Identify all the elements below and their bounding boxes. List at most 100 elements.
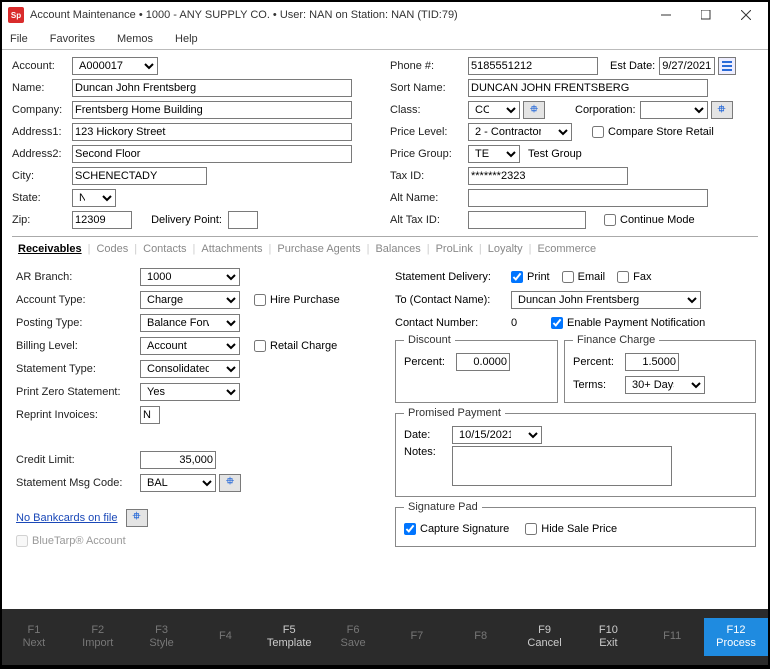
f7[interactable]: F7 <box>385 624 449 649</box>
tab-prolink[interactable]: ProLink <box>430 241 479 257</box>
title-bar: Sp Account Maintenance • 1000 - ANY SUPP… <box>2 2 768 28</box>
no-bankcards-link[interactable]: No Bankcards on file <box>16 512 118 524</box>
tab-contacts[interactable]: Contacts <box>137 241 192 257</box>
lookup-icon: ⯐ <box>530 102 538 119</box>
promised-notes-input[interactable] <box>452 446 672 486</box>
capture-signature-checkbox[interactable]: Capture Signature <box>404 523 509 535</box>
zip-input[interactable] <box>72 211 132 229</box>
pricegroup-select[interactable]: TES <box>468 145 520 163</box>
f2-import[interactable]: F2Import <box>66 618 130 656</box>
retail-charge-checkbox[interactable]: Retail Charge <box>254 340 337 352</box>
account-select[interactable]: A000017 <box>72 57 158 75</box>
tab-ecommerce[interactable]: Ecommerce <box>531 241 602 257</box>
compare-retail-checkbox[interactable]: Compare Store Retail <box>592 126 714 138</box>
altname-input[interactable] <box>468 189 708 207</box>
continue-mode-checkbox[interactable]: Continue Mode <box>604 214 695 226</box>
tab-balances[interactable]: Balances <box>369 241 426 257</box>
fax-checkbox[interactable]: Fax <box>617 271 651 283</box>
msgcode-lookup-button[interactable]: ⯐ <box>219 474 241 492</box>
reprint-input[interactable] <box>140 406 160 424</box>
class-lookup-button[interactable]: ⯐ <box>523 101 545 119</box>
f9-cancel[interactable]: F9Cancel <box>513 618 577 656</box>
lookup-icon: ⯐ <box>718 102 726 119</box>
menu-bar: File Favorites Memos Help <box>2 28 768 50</box>
close-button[interactable] <box>726 2 766 28</box>
class-select[interactable]: CON <box>468 101 520 119</box>
estdate-input[interactable] <box>659 57 715 75</box>
printzero-select[interactable]: Yes <box>140 383 240 401</box>
promised-date-select[interactable]: 10/15/2021 <box>452 426 542 444</box>
tocontact-select[interactable]: Duncan John Frentsberg <box>511 291 701 309</box>
bankcards-lookup-button[interactable]: ⯐ <box>126 509 148 527</box>
menu-file[interactable]: File <box>6 31 32 47</box>
address1-label: Address1: <box>12 126 72 138</box>
state-select[interactable]: NY <box>72 189 116 207</box>
discount-legend: Discount <box>404 334 455 346</box>
f10-exit[interactable]: F10Exit <box>576 618 640 656</box>
f4[interactable]: F4 <box>193 624 257 649</box>
phone-label: Phone #: <box>390 60 468 72</box>
accounttype-select[interactable]: Charge <box>140 291 240 309</box>
email-checkbox[interactable]: Email <box>562 271 606 283</box>
f3-style[interactable]: F3Style <box>130 618 194 656</box>
creditlimit-input[interactable] <box>140 451 216 469</box>
city-label: City: <box>12 170 72 182</box>
corporation-lookup-button[interactable]: ⯐ <box>711 101 733 119</box>
list-icon[interactable] <box>718 57 736 75</box>
tab-bar: Receivables| Codes| Contacts| Attachment… <box>2 237 768 257</box>
corporation-select[interactable] <box>640 101 708 119</box>
sortname-input[interactable] <box>468 79 708 97</box>
address2-input[interactable] <box>72 145 352 163</box>
address1-input[interactable] <box>72 123 352 141</box>
menu-favorites[interactable]: Favorites <box>46 31 99 47</box>
tab-loyalty[interactable]: Loyalty <box>482 241 529 257</box>
alttaxid-input[interactable] <box>468 211 586 229</box>
f8[interactable]: F8 <box>449 624 513 649</box>
pricelevel-select[interactable]: 2 - Contractor <box>468 123 572 141</box>
f1-next[interactable]: F1Next <box>2 618 66 656</box>
tab-attachments[interactable]: Attachments <box>195 241 268 257</box>
menu-help[interactable]: Help <box>171 31 202 47</box>
name-label: Name: <box>12 82 72 94</box>
tab-purchase-agents[interactable]: Purchase Agents <box>271 241 366 257</box>
hide-sale-price-checkbox[interactable]: Hide Sale Price <box>525 523 617 535</box>
statementtype-select[interactable]: Consolidated <box>140 360 240 378</box>
phone-input[interactable] <box>468 57 598 75</box>
signature-pad-fieldset: Signature Pad Capture Signature Hide Sal… <box>395 501 756 547</box>
postingtype-select[interactable]: Balance Forward <box>140 314 240 332</box>
company-input[interactable] <box>72 101 352 119</box>
city-input[interactable] <box>72 167 207 185</box>
menu-memos[interactable]: Memos <box>113 31 157 47</box>
pricegroup-label: Price Group: <box>390 148 468 160</box>
tab-receivables[interactable]: Receivables <box>12 241 88 257</box>
accounttype-label: Account Type: <box>16 294 140 306</box>
f6-save[interactable]: F6Save <box>321 618 385 656</box>
alttaxid-label: Alt Tax ID: <box>390 214 468 226</box>
tab-codes[interactable]: Codes <box>90 241 134 257</box>
arbranch-select[interactable]: 1000 <box>140 268 240 286</box>
discount-percent-input[interactable] <box>456 353 510 371</box>
enable-notification-checkbox[interactable]: Enable Payment Notification <box>551 317 705 329</box>
finance-fieldset: Finance Charge Percent: Terms: 30+ Days <box>564 334 756 403</box>
minimize-button[interactable] <box>646 2 686 28</box>
discount-fieldset: Discount Percent: <box>395 334 558 403</box>
account-label: Account: <box>12 60 72 72</box>
promised-date-label: Date: <box>404 429 452 441</box>
taxid-input[interactable] <box>468 167 628 185</box>
sigpad-legend: Signature Pad <box>404 501 482 513</box>
delivery-point-input[interactable] <box>228 211 258 229</box>
f11[interactable]: F11 <box>640 624 704 649</box>
print-checkbox[interactable]: Print <box>511 271 550 283</box>
hire-purchase-checkbox[interactable]: Hire Purchase <box>254 294 340 306</box>
name-input[interactable] <box>72 79 352 97</box>
msgcode-select[interactable]: BAL <box>140 474 216 492</box>
msgcode-label: Statement Msg Code: <box>16 477 140 489</box>
billinglevel-select[interactable]: Account <box>140 337 240 355</box>
maximize-button[interactable] <box>686 2 726 28</box>
corporation-label: Corporation: <box>575 104 636 116</box>
f12-process[interactable]: F12Process <box>704 618 768 656</box>
f5-template[interactable]: F5Template <box>257 618 321 656</box>
finance-percent-input[interactable] <box>625 353 679 371</box>
finance-terms-select[interactable]: 30+ Days <box>625 376 705 394</box>
lookup-icon: ⯐ <box>226 474 234 491</box>
